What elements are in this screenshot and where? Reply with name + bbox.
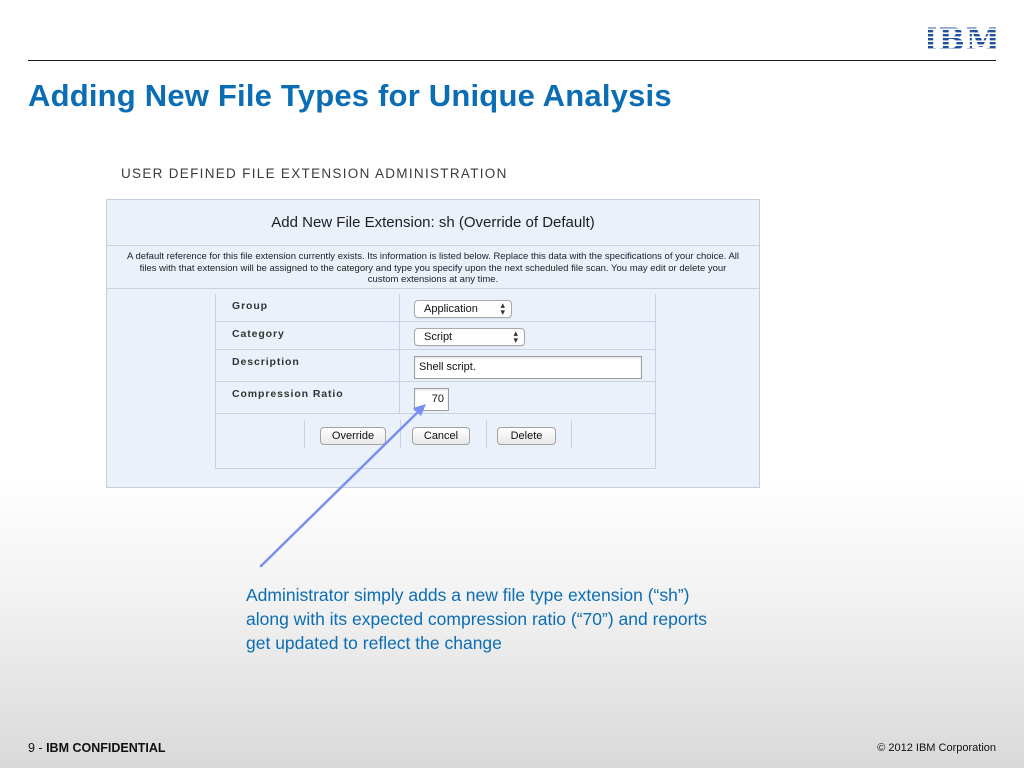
description-input[interactable]: Shell script.	[414, 356, 642, 379]
group-label: Group	[232, 300, 268, 312]
confidential-label: IBM CONFIDENTIAL	[46, 741, 166, 755]
description-label: Description	[232, 356, 300, 368]
select-arrows-icon: ▴ ▾	[513, 328, 518, 345]
page-number: 9	[28, 741, 35, 755]
row-divider	[399, 350, 400, 381]
row-divider	[399, 382, 400, 413]
admin-page-heading: USER DEFINED FILE EXTENSION ADMINISTRATI…	[121, 166, 508, 181]
category-label: Category	[232, 328, 285, 340]
form-row-description: Description Shell script.	[216, 350, 655, 382]
panel-title: Add New File Extension: sh (Override of …	[107, 200, 759, 246]
copyright-notice: © 2012 IBM Corporation	[877, 742, 996, 754]
override-button[interactable]: Override	[320, 427, 386, 445]
form-button-bar: Override Cancel Delete	[304, 420, 572, 448]
form-row-compression: Compression Ratio 70	[216, 382, 655, 414]
button-separator	[571, 420, 572, 448]
add-extension-panel: Add New File Extension: sh (Override of …	[106, 199, 760, 488]
compression-ratio-input[interactable]: 70	[414, 388, 449, 411]
category-select-value: Script	[424, 331, 453, 343]
group-select[interactable]: Application ▴ ▾	[414, 300, 512, 318]
footer-left: 9 - IBM CONFIDENTIAL	[28, 741, 166, 755]
extension-form: Group Application ▴ ▾ Category Script ▴ ▾ …	[215, 294, 656, 469]
row-divider	[399, 294, 400, 321]
panel-notice: A default reference for this file extens…	[107, 246, 759, 289]
compression-ratio-label: Compression Ratio	[232, 388, 344, 400]
svg-text:IBM: IBM	[928, 22, 996, 54]
ibm-logo: IBM	[928, 22, 996, 54]
category-select[interactable]: Script ▴ ▾	[414, 328, 525, 346]
button-separator	[400, 420, 401, 448]
footer-separator: -	[34, 741, 47, 755]
delete-button[interactable]: Delete	[497, 427, 556, 445]
form-row-group: Group Application ▴ ▾	[216, 294, 655, 322]
button-separator	[304, 420, 305, 448]
form-row-category: Category Script ▴ ▾	[216, 322, 655, 350]
select-arrows-icon: ▴ ▾	[500, 300, 505, 317]
row-divider	[399, 322, 400, 349]
slide-title: Adding New File Types for Unique Analysi…	[28, 78, 672, 113]
header-rule	[28, 60, 996, 61]
annotation-caption: Administrator simply adds a new file typ…	[246, 585, 708, 653]
cancel-button[interactable]: Cancel	[412, 427, 470, 445]
group-select-value: Application	[424, 303, 478, 315]
button-separator	[486, 420, 487, 448]
